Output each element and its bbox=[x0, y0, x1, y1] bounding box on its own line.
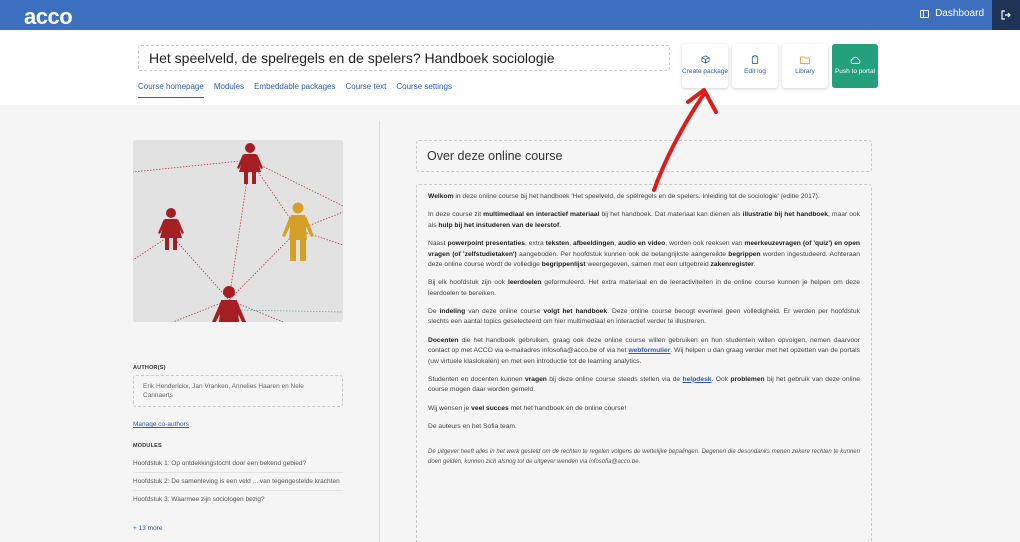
edit-log-label: Edit log bbox=[744, 68, 766, 76]
bold-text: Docenten bbox=[428, 336, 459, 344]
top-navbar: acco Dashboard bbox=[0, 0, 1020, 30]
text: aangeboden. Per hoofdstuk kunnen ook de … bbox=[516, 250, 729, 258]
female-figure-top bbox=[237, 143, 263, 184]
library-label: Library bbox=[795, 67, 815, 75]
course-cover-image bbox=[133, 140, 343, 322]
female-figure-left bbox=[158, 208, 184, 250]
dashboard-label: Dashboard bbox=[935, 8, 984, 19]
module-item-1[interactable]: Hoofdstuk 1: Op ontdekkingstocht door ee… bbox=[133, 455, 343, 474]
tab-course-text[interactable]: Course text bbox=[345, 82, 386, 98]
main-content: AUTHOR(S) Erik Henderickx, Jan Vranken, … bbox=[0, 105, 1020, 542]
about-paragraph-4: Bij elk hoofdstuk zijn ook leerdoelen ge… bbox=[428, 278, 860, 299]
column-divider bbox=[379, 121, 380, 542]
acco-logo[interactable]: acco bbox=[24, 4, 73, 30]
text: van deze online course bbox=[465, 308, 544, 315]
bold-text: Welkom bbox=[428, 193, 454, 200]
bold-text: veel succes bbox=[471, 404, 509, 412]
copyright-note: De uitgever heeft alles in het werk gest… bbox=[428, 449, 860, 465]
about-paragraph-8: Wij wensen je veel succes met het handbo… bbox=[428, 404, 860, 414]
male-figure-gold bbox=[282, 202, 314, 261]
text: In deze course zit bbox=[428, 211, 484, 219]
edit-log-button[interactable]: Edit log bbox=[732, 44, 778, 88]
about-paragraph-2: In deze course zit multimediaal en inter… bbox=[428, 210, 860, 231]
about-paragraph-6: Docenten die het handboek gebruiken, gra… bbox=[428, 336, 860, 367]
bold-text: begrippenlijst bbox=[541, 260, 586, 268]
manage-coauthors-link[interactable]: Manage co-authors bbox=[133, 421, 189, 428]
bold-text: volgt het handboek bbox=[543, 308, 608, 315]
helpdesk-link[interactable]: helpdesk bbox=[683, 376, 712, 383]
text: . bbox=[753, 260, 756, 268]
course-tabs: Course homepage Modules Embeddable packa… bbox=[138, 82, 452, 98]
modules-label: MODULES bbox=[133, 443, 162, 449]
about-paragraph-7: Studenten en docenten kunnen vragen bij … bbox=[428, 375, 860, 396]
bold-text: problemen bbox=[730, 375, 765, 383]
more-modules-link[interactable]: + 13 more bbox=[133, 525, 162, 532]
text: weergegeven, samen met een uitgebreid bbox=[585, 260, 711, 268]
cloud-icon bbox=[850, 56, 860, 64]
text: De bbox=[428, 308, 440, 315]
cube-icon bbox=[700, 55, 710, 64]
text: Naast bbox=[428, 240, 448, 248]
text: , extra bbox=[524, 240, 546, 248]
text: met het handboek en de online course! bbox=[508, 404, 627, 412]
dashboard-icon bbox=[920, 9, 930, 18]
create-package-label: Create package bbox=[682, 68, 728, 76]
course-title-field[interactable]: Het speelveld, de spelregels en de spele… bbox=[138, 45, 670, 71]
logout-button[interactable] bbox=[992, 0, 1020, 30]
about-paragraph-5: De indeling van deze online course volgt… bbox=[428, 307, 860, 328]
course-header: Het speelveld, de spelregels en de spele… bbox=[0, 30, 1020, 105]
about-paragraph-9: De auteurs en het Sofia team. bbox=[428, 423, 517, 430]
annotation-arrow bbox=[652, 88, 718, 192]
bold-text: afbeeldingen bbox=[572, 240, 615, 248]
dashboard-link[interactable]: Dashboard bbox=[920, 8, 984, 19]
authors-label: AUTHOR(S) bbox=[133, 365, 166, 371]
about-paragraph-3: Naast powerpoint presentaties, extra tek… bbox=[428, 239, 860, 270]
tab-course-settings[interactable]: Course settings bbox=[396, 82, 452, 98]
bold-text: teksten bbox=[545, 240, 570, 248]
text: in deze online course bij het handboek '… bbox=[453, 193, 820, 200]
tab-embeddable-packages[interactable]: Embeddable packages bbox=[254, 82, 335, 98]
bold-text: zakenregister bbox=[710, 260, 754, 268]
tab-course-homepage[interactable]: Course homepage bbox=[138, 82, 204, 98]
bold-text: powerpoint presentaties bbox=[447, 240, 525, 248]
bold-text: begrippen bbox=[728, 250, 761, 258]
text: bij het handboek. Dat materiaal kan dien… bbox=[599, 211, 743, 219]
bold-text: illustratie bij het handboek bbox=[742, 211, 828, 219]
text: . bbox=[559, 221, 562, 229]
clipboard-icon bbox=[751, 55, 759, 65]
bold-text: leerdoelen bbox=[507, 279, 542, 287]
bold-text: indeling bbox=[439, 308, 466, 315]
authors-field[interactable]: Erik Henderickx, Jan Vranken, Annelies H… bbox=[133, 375, 343, 407]
text: . Ook bbox=[711, 375, 731, 383]
folder-icon bbox=[800, 56, 810, 64]
module-item-2[interactable]: Hoofdstuk 2: De samenleving is een veld … bbox=[133, 473, 343, 492]
text: bij deze online course steeds stellen vi… bbox=[546, 375, 683, 383]
text: Wij wensen je bbox=[428, 404, 472, 412]
library-button[interactable]: Library bbox=[782, 44, 828, 88]
bold-text: audio en video bbox=[618, 240, 666, 248]
tab-modules[interactable]: Modules bbox=[214, 82, 244, 98]
module-item-3[interactable]: Hoofdstuk 3: Waarmee zijn sociologen bez… bbox=[133, 491, 343, 508]
text: Bij elk hoofdstuk zijn ook bbox=[428, 279, 508, 287]
module-list: Hoofdstuk 1: Op ontdekkingstocht door ee… bbox=[133, 455, 343, 508]
bold-text: multimediaal en interactief materiaal bbox=[483, 211, 600, 219]
about-text-field[interactable]: Welkom in deze online course bij het han… bbox=[416, 184, 872, 542]
push-to-portal-button[interactable]: Push to portal bbox=[832, 44, 878, 88]
webformulier-link[interactable]: webformulier bbox=[628, 347, 670, 354]
bold-text: hulp bij het instuderen van de leerstof bbox=[438, 221, 560, 229]
logout-icon bbox=[1001, 10, 1011, 20]
text: Studenten en docenten kunnen bbox=[428, 375, 525, 383]
male-figure-bottom bbox=[212, 286, 246, 322]
bold-text: vragen bbox=[524, 375, 547, 383]
text: , worden ook reeksen van bbox=[665, 240, 745, 248]
push-to-portal-label: Push to portal bbox=[834, 67, 876, 75]
